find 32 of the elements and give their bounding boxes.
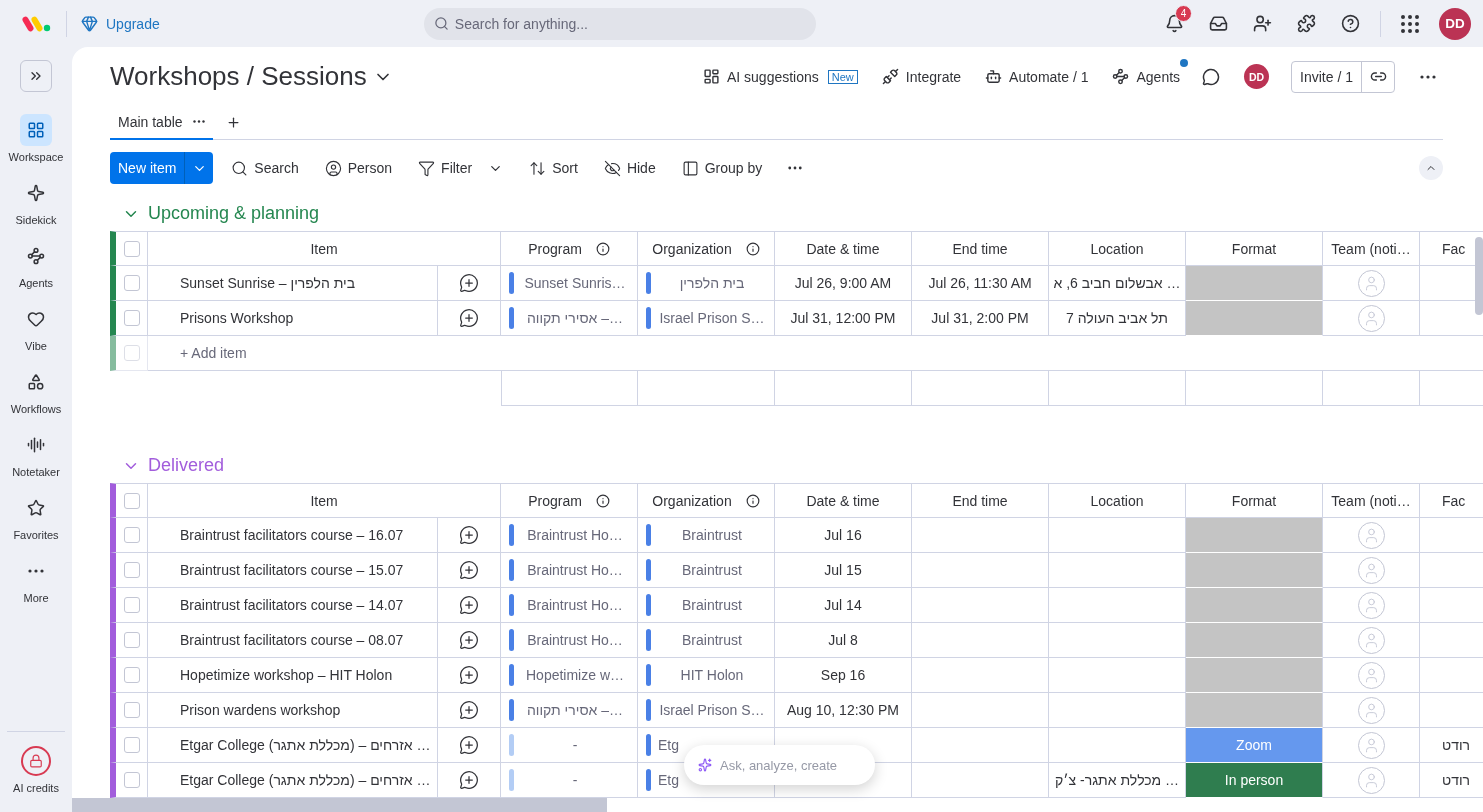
date-cell: Jul 31, 12:00 PM	[775, 301, 912, 337]
search-placeholder: Search for anything...	[454, 15, 588, 32]
column-title: Location	[1090, 492, 1144, 509]
column-title: Date & time	[806, 240, 880, 257]
column-title: Program	[528, 492, 582, 509]
column-title: Date & time	[806, 492, 880, 509]
column-title: Team (noti…	[1331, 240, 1411, 257]
column-title: Format	[1231, 240, 1277, 257]
column-title: Organization	[652, 492, 732, 509]
fac-cell: רודט	[1420, 763, 1483, 798]
date-cell: Aug 10, 12:30 PM	[775, 693, 912, 728]
column-title: End time	[952, 492, 1008, 509]
date-cell: Jul 15	[775, 553, 912, 588]
date-cell: Jul 14	[775, 588, 912, 623]
column-title: Program	[528, 240, 582, 257]
date-cell: Jul 26, 9:00 AM	[775, 266, 912, 302]
column-title: Item	[310, 240, 338, 257]
date-cell: Sep 16	[775, 658, 912, 693]
ask-placeholder: Ask, analyze, create	[720, 757, 838, 773]
fac-cell: רודט	[1420, 728, 1483, 763]
column-title: Team (noti…	[1331, 492, 1411, 509]
end-time-cell: Jul 26, 11:30 AM	[912, 266, 1049, 302]
new-badge: New	[827, 69, 858, 84]
date-cell: Jul 16	[775, 518, 912, 553]
date-cell: Jul 8	[775, 623, 912, 658]
notification-count: 4	[1175, 4, 1192, 22]
end-time-cell: Jul 31, 2:00 PM	[912, 301, 1049, 337]
column-title: Organization	[652, 240, 732, 257]
column-title: Format	[1231, 492, 1277, 509]
column-title: Item	[310, 492, 338, 509]
column-title: Location	[1090, 240, 1144, 257]
column-title: End time	[952, 240, 1008, 257]
